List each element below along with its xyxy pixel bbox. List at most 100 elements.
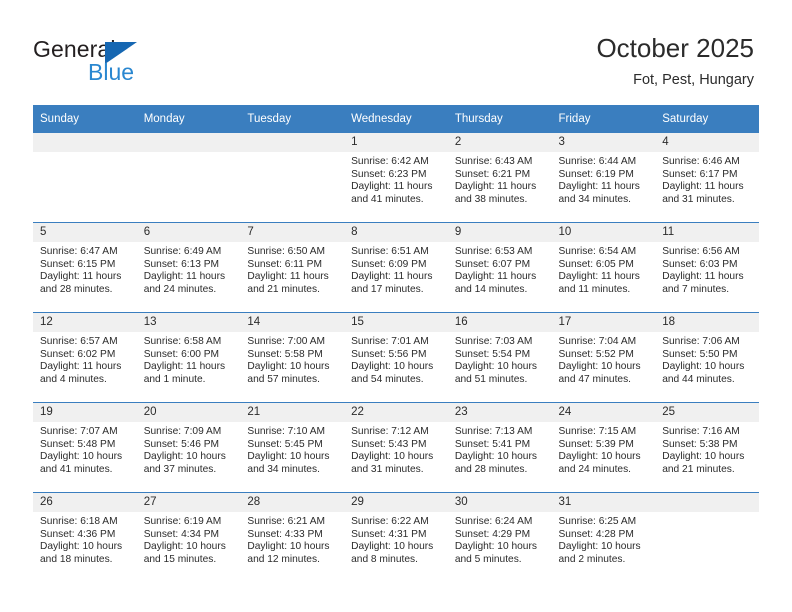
calendar-day-cell[interactable]: 23 Sunrise: 7:13 AM Sunset: 5:41 PM Dayligh… — [447, 402, 552, 493]
daylight-text: and 12 minutes. — [247, 553, 320, 565]
calendar-day-cell[interactable]: 20 Sunrise: 7:09 AM Sunset: 5:46 PM Dayligh… — [136, 402, 241, 493]
calendar-day-cell[interactable]: 4 Sunrise: 6:46 AM Sunset: 6:17 PM Daylight… — [655, 133, 759, 223]
sunrise-text: Sunrise: 6:51 AM — [351, 246, 429, 257]
sunrise-text: Sunrise: 7:16 AM — [662, 426, 740, 437]
sunrise-text: Sunrise: 7:12 AM — [351, 426, 429, 437]
sunrise-text: Sunrise: 6:19 AM — [143, 516, 222, 527]
day-details: Sunrise: 6:54 AM Sunset: 6:05 PM Daylight:… — [552, 242, 656, 296]
sunrise-text: Sunrise: 6:25 AM — [558, 516, 637, 527]
calendar-day-cell[interactable]: 9 Sunrise: 6:53 AM Sunset: 6:07 PM Daylight… — [447, 222, 552, 313]
daylight-text: Daylight: 10 hours — [454, 451, 537, 463]
day-number: 18 — [655, 313, 759, 332]
daylight-text: Daylight: 11 hours — [454, 181, 537, 193]
day-details: Sunrise: 6:22 AM Sunset: 4:31 PM Daylight:… — [344, 512, 448, 566]
calendar-day-cell[interactable]: 18 Sunrise: 7:06 AM Sunset: 5:50 PM Dayligh… — [655, 312, 759, 403]
day-number: 4 — [655, 133, 759, 152]
sunset-text: Sunset: 5:56 PM — [351, 348, 427, 360]
sunset-text: Sunset: 5:50 PM — [662, 348, 738, 360]
sunrise-text: Sunrise: 7:13 AM — [454, 426, 533, 437]
daylight-text: Daylight: 11 hours — [143, 361, 226, 373]
calendar-week-row: 1 Sunrise: 6:42 AM Sunset: 6:23 PM Daylight… — [33, 133, 759, 223]
calendar-day-cell[interactable]: 31 Sunrise: 6:25 AM Sunset: 4:28 PM Dayligh… — [551, 492, 656, 582]
daylight-text: and 28 minutes. — [40, 283, 113, 295]
day-details: Sunrise: 6:42 AM Sunset: 6:23 PM Daylight:… — [344, 152, 448, 206]
calendar-day-cell[interactable]: 2 Sunrise: 6:43 AM Sunset: 6:21 PM Daylight… — [447, 133, 552, 223]
daylight-text: and 8 minutes. — [351, 553, 418, 565]
daylight-text: and 38 minutes. — [454, 193, 528, 205]
calendar-day-cell[interactable]: 6 Sunrise: 6:49 AM Sunset: 6:13 PM Daylight… — [136, 222, 241, 313]
calendar-day-cell[interactable]: 17 Sunrise: 7:04 AM Sunset: 5:52 PM Dayligh… — [551, 312, 656, 403]
calendar-day-cell[interactable]: 30 Sunrise: 6:24 AM Sunset: 4:29 PM Dayligh… — [447, 492, 552, 582]
daylight-text: and 34 minutes. — [558, 193, 632, 205]
weekday-header-saturday: Saturday — [655, 105, 759, 133]
calendar-day-cell-empty — [655, 492, 759, 582]
day-number: 26 — [33, 493, 137, 512]
sunset-text: Sunset: 5:54 PM — [454, 348, 531, 360]
calendar-day-cell[interactable]: 24 Sunrise: 7:15 AM Sunset: 5:39 PM Dayligh… — [551, 402, 656, 493]
calendar-day-cell[interactable]: 16 Sunrise: 7:03 AM Sunset: 5:54 PM Dayligh… — [447, 312, 552, 403]
calendar-day-cell[interactable]: 28 Sunrise: 6:21 AM Sunset: 4:33 PM Dayligh… — [240, 492, 345, 582]
day-details: Sunrise: 6:46 AM Sunset: 6:17 PM Daylight:… — [655, 152, 759, 206]
day-number: 9 — [447, 223, 552, 242]
calendar-day-cell[interactable]: 3 Sunrise: 6:44 AM Sunset: 6:19 PM Daylight… — [551, 133, 656, 223]
calendar-day-cell[interactable]: 12 Sunrise: 6:57 AM Sunset: 6:02 PM Dayligh… — [33, 312, 137, 403]
calendar-day-cell[interactable]: 1 Sunrise: 6:42 AM Sunset: 6:23 PM Daylight… — [344, 133, 448, 223]
sunset-text: Sunset: 4:33 PM — [247, 528, 323, 540]
day-details: Sunrise: 6:58 AM Sunset: 6:00 PM Daylight:… — [137, 332, 241, 386]
day-details: Sunrise: 6:57 AM Sunset: 6:02 PM Daylight:… — [33, 332, 137, 386]
daylight-text: and 28 minutes. — [454, 463, 528, 475]
sunrise-text: Sunrise: 7:07 AM — [40, 426, 118, 437]
daylight-text: Daylight: 11 hours — [558, 181, 640, 193]
calendar-header-row: Sunday Monday Tuesday Wednesday Thursday… — [33, 105, 759, 133]
calendar-day-cell[interactable]: 27 Sunrise: 6:19 AM Sunset: 4:34 PM Dayligh… — [136, 492, 241, 582]
calendar-day-cell[interactable]: 15 Sunrise: 7:01 AM Sunset: 5:56 PM Dayligh… — [344, 312, 448, 403]
day-number: 6 — [136, 223, 241, 242]
daylight-text: and 31 minutes. — [662, 193, 735, 205]
page-title: October 2025 — [596, 33, 754, 63]
calendar-day-cell[interactable]: 21 Sunrise: 7:10 AM Sunset: 5:45 PM Dayligh… — [240, 402, 345, 493]
daylight-text: Daylight: 10 hours — [558, 451, 641, 463]
weekday-header-sunday: Sunday — [33, 105, 137, 133]
calendar-day-cell[interactable]: 13 Sunrise: 6:58 AM Sunset: 6:00 PM Dayligh… — [136, 312, 241, 403]
sunrise-text: Sunrise: 6:49 AM — [143, 246, 222, 257]
day-number: 21 — [240, 403, 345, 422]
sunset-text: Sunset: 6:05 PM — [558, 258, 634, 270]
day-number: 13 — [136, 313, 241, 332]
day-details: Sunrise: 7:12 AM Sunset: 5:43 PM Daylight:… — [344, 422, 448, 476]
sunset-text: Sunset: 6:13 PM — [143, 258, 220, 270]
daylight-text: Daylight: 10 hours — [351, 541, 434, 553]
calendar-week-row: 5 Sunrise: 6:47 AM Sunset: 6:15 PM Daylight… — [33, 222, 759, 313]
day-details: Sunrise: 6:56 AM Sunset: 6:03 PM Daylight:… — [655, 242, 759, 296]
daylight-text: and 1 minute. — [143, 373, 206, 385]
calendar-day-cell[interactable]: 7 Sunrise: 6:50 AM Sunset: 6:11 PM Daylight… — [240, 222, 345, 313]
sunrise-text: Sunrise: 6:22 AM — [351, 516, 429, 527]
sunset-text: Sunset: 4:29 PM — [454, 528, 531, 540]
sunrise-text: Sunrise: 7:00 AM — [247, 336, 325, 347]
daylight-text: Daylight: 10 hours — [454, 361, 537, 373]
daylight-text: and 21 minutes. — [662, 463, 735, 475]
daylight-text: Daylight: 10 hours — [454, 541, 537, 553]
day-details: Sunrise: 6:24 AM Sunset: 4:29 PM Daylight:… — [448, 512, 552, 566]
day-details: Sunrise: 6:43 AM Sunset: 6:21 PM Daylight:… — [448, 152, 552, 206]
day-number: 23 — [447, 403, 552, 422]
day-number: 31 — [551, 493, 656, 512]
weekday-header-monday: Monday — [136, 105, 241, 133]
daylight-text: and 21 minutes. — [247, 283, 320, 295]
day-number: 16 — [447, 313, 552, 332]
calendar-day-cell[interactable]: 25 Sunrise: 7:16 AM Sunset: 5:38 PM Dayligh… — [655, 402, 759, 493]
daylight-text: and 15 minutes. — [143, 553, 217, 565]
daylight-text: Daylight: 10 hours — [662, 451, 745, 463]
calendar-day-cell[interactable]: 26 Sunrise: 6:18 AM Sunset: 4:36 PM Dayligh… — [33, 492, 137, 582]
calendar-day-cell[interactable]: 8 Sunrise: 6:51 AM Sunset: 6:09 PM Daylight… — [344, 222, 448, 313]
calendar-day-cell[interactable]: 10 Sunrise: 6:54 AM Sunset: 6:05 PM Dayligh… — [551, 222, 656, 313]
calendar-day-cell[interactable]: 29 Sunrise: 6:22 AM Sunset: 4:31 PM Dayligh… — [344, 492, 448, 582]
calendar-day-cell[interactable]: 5 Sunrise: 6:47 AM Sunset: 6:15 PM Daylight… — [33, 222, 137, 313]
calendar-day-cell[interactable]: 11 Sunrise: 6:56 AM Sunset: 6:03 PM Dayligh… — [655, 222, 759, 313]
sunset-text: Sunset: 5:46 PM — [143, 438, 220, 450]
daylight-text: Daylight: 11 hours — [558, 271, 640, 283]
calendar-day-cell[interactable]: 22 Sunrise: 7:12 AM Sunset: 5:43 PM Dayligh… — [344, 402, 448, 493]
day-details: Sunrise: 6:47 AM Sunset: 6:15 PM Daylight:… — [33, 242, 137, 296]
calendar-day-cell[interactable]: 19 Sunrise: 7:07 AM Sunset: 5:48 PM Dayligh… — [33, 402, 137, 493]
sunrise-text: Sunrise: 7:15 AM — [558, 426, 637, 437]
calendar-day-cell[interactable]: 14 Sunrise: 7:00 AM Sunset: 5:58 PM Dayligh… — [240, 312, 345, 403]
